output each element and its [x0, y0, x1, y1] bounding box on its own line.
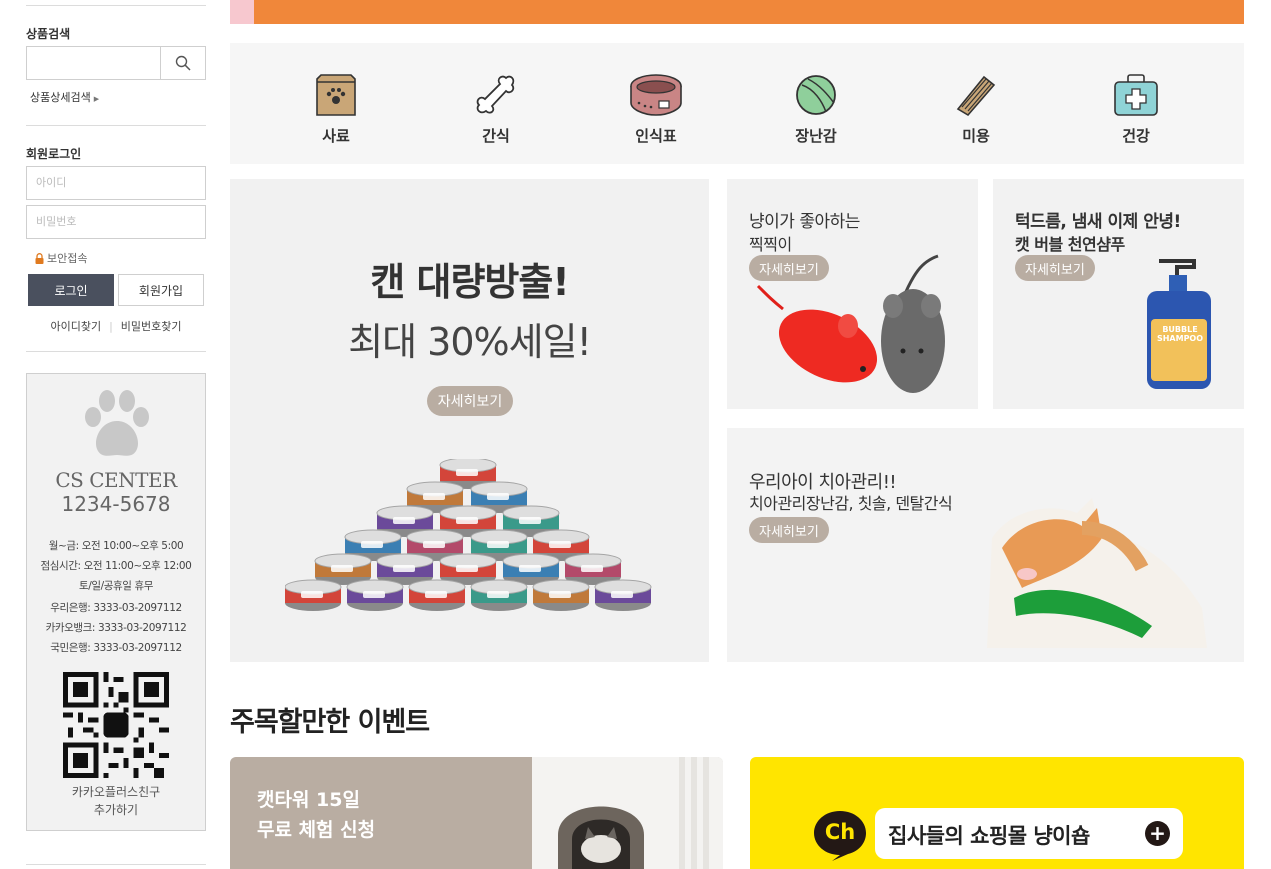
brush-icon — [956, 75, 996, 117]
id-field[interactable] — [26, 166, 206, 200]
find-links: 아이디찾기 | 비밀번호찾기 — [26, 318, 206, 334]
search-title: 상품검색 — [26, 27, 71, 41]
promo-headline: 캔 대량방출! — [370, 260, 569, 304]
join-button[interactable]: 회원가입 — [118, 274, 204, 306]
login-title: 회원로그인 — [26, 147, 82, 161]
first-aid-icon — [1114, 74, 1158, 116]
top-banner[interactable] — [230, 0, 1244, 24]
category-toy[interactable]: 장난감 — [776, 73, 856, 146]
category-label: 사료 — [322, 127, 350, 145]
food-bag-icon — [316, 74, 356, 116]
toy-mouse-image — [756, 254, 945, 393]
divider — [26, 351, 206, 352]
mouse-title: 냥이가 좋아하는 — [749, 212, 860, 232]
event-1-title: 캣타워 15일 — [257, 789, 360, 811]
detail-search-label: 상품상세검색 — [30, 91, 91, 104]
search-button[interactable] — [161, 47, 205, 79]
search-icon — [175, 55, 191, 71]
promo-subheadline: 최대 30%세일! — [348, 320, 592, 364]
event-banner-cat-tower[interactable]: 캣타워 15일 무료 체험 신청 — [230, 757, 723, 869]
category-label: 장난감 — [795, 127, 837, 145]
category-tag[interactable]: 인식표 — [616, 73, 696, 146]
kakao-plus-label-2: 추가하기 — [93, 803, 139, 817]
promo-banner-cans[interactable]: 캔 대량방출! 최대 30%세일! 자세히보기 — [230, 179, 709, 662]
category-health[interactable]: 건강 — [1096, 73, 1176, 146]
caret-right-icon: ▶ — [93, 95, 100, 103]
promo-banner-dental[interactable]: 우리아이 치아관리!! 치아관리장난감, 칫솔, 덴탈간식 자세히보기 — [727, 428, 1244, 662]
divider — [26, 864, 206, 865]
cs-bank-2: 카카오뱅크: 3333-03-2097112 — [45, 622, 187, 634]
shampoo-subtitle: 캣 버블 천연샴푸 — [1015, 235, 1125, 254]
secure-login-toggle[interactable]: 보안접속 — [35, 250, 87, 266]
secure-login-label: 보안접속 — [47, 252, 88, 265]
cs-title: CS CENTER — [55, 468, 177, 492]
password-field[interactable] — [26, 205, 206, 239]
collar-icon — [630, 74, 682, 116]
category-grooming[interactable]: 미용 — [936, 73, 1016, 146]
divider — [26, 5, 206, 6]
cs-center-box: CS CENTER 1234-5678 월~금: 오전 10:00~오후 5:0… — [26, 373, 206, 831]
cs-hours-weekday: 월~금: 오전 10:00~오후 5:00 — [48, 540, 184, 552]
category-label: 건강 — [1122, 127, 1150, 145]
shampoo-label: BUBBLE SHAMPOO — [1156, 325, 1204, 343]
promo-more-button[interactable]: 자세히보기 — [427, 386, 513, 416]
cat-tower-image — [532, 757, 723, 869]
lock-icon — [35, 252, 44, 264]
ball-icon — [796, 75, 836, 115]
category-label: 미용 — [962, 127, 990, 145]
search-input[interactable] — [27, 47, 161, 79]
cs-bank-1: 우리은행: 3333-03-2097112 — [50, 602, 182, 614]
events-section-title: 주목할만한 이벤트 — [230, 707, 430, 738]
banner-accent — [230, 0, 254, 24]
cs-bank-3: 국민은행: 3333-03-2097112 — [50, 642, 182, 654]
category-bar: 사료 간식 인식표 장난감 미용 건강 — [230, 43, 1244, 164]
add-channel-button[interactable]: + — [1145, 821, 1170, 846]
event-banner-kakao-channel[interactable]: Ch 집사들의 쇼핑몰 냥이숍 + — [750, 757, 1244, 869]
search-form — [26, 46, 206, 80]
login-button[interactable]: 로그인 — [28, 274, 114, 306]
promo-banner-shampoo[interactable]: 턱드름, 냄새 이제 안녕! 캣 버블 천연샴푸 자세히보기 BUBBLE SH… — [993, 179, 1244, 409]
bone-icon — [476, 75, 515, 114]
cat-chewing-image — [987, 498, 1207, 648]
category-label: 간식 — [482, 127, 510, 145]
qr-code-image[interactable] — [63, 672, 169, 778]
paw-icon — [85, 390, 149, 456]
find-password-link[interactable]: 비밀번호찾기 — [121, 320, 182, 333]
cat-tower-photo — [532, 757, 723, 869]
detail-search-link[interactable]: 상품상세검색 ▶ — [30, 89, 99, 105]
dental-subtitle: 치아관리장난감, 칫솔, 덴탈간식 — [749, 494, 953, 513]
event-1-subtitle: 무료 체험 신청 — [257, 819, 376, 841]
separator: | — [109, 320, 113, 333]
find-id-link[interactable]: 아이디찾기 — [50, 320, 101, 333]
kakao-channel-label: Ch — [824, 820, 856, 844]
dental-more-button[interactable]: 자세히보기 — [749, 517, 829, 543]
category-food[interactable]: 사료 — [296, 73, 376, 146]
kakao-plus-label-1: 카카오플러스친구 — [71, 785, 161, 799]
kakao-channel-text: 집사들의 쇼핑몰 냥이숍 — [888, 824, 1090, 848]
divider — [26, 125, 206, 126]
category-label: 인식표 — [635, 127, 677, 145]
cs-phone: 1234-5678 — [61, 492, 171, 516]
can-pyramid-image — [285, 459, 652, 612]
shampoo-more-button[interactable]: 자세히보기 — [1015, 255, 1095, 281]
cs-hours-closed: 토/일/공휴일 휴무 — [78, 580, 154, 592]
shampoo-title: 턱드름, 냄새 이제 안녕! — [1015, 212, 1181, 232]
kakao-channel-box: 집사들의 쇼핑몰 냥이숍 + — [875, 808, 1183, 859]
category-snack[interactable]: 간식 — [456, 73, 536, 146]
cs-hours-lunch: 점심시간: 오전 11:00~오후 12:00 — [40, 560, 192, 572]
promo-banner-mouse-toy[interactable]: 냥이가 좋아하는 찍찍이 자세히보기 — [727, 179, 978, 409]
